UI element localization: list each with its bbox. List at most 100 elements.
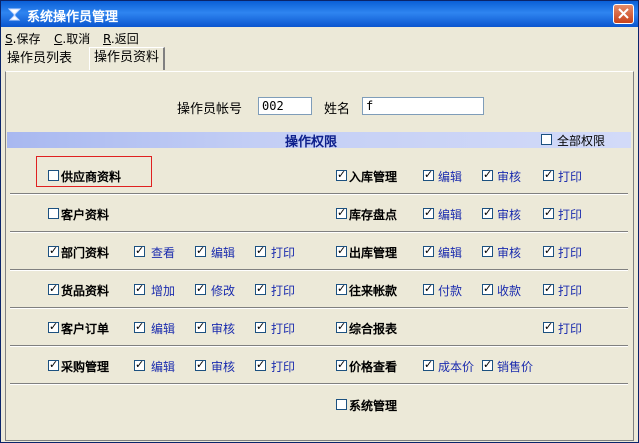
account-label: 操作员帐号 bbox=[177, 102, 243, 117]
tab-operator-info[interactable]: 操作员资料 bbox=[89, 47, 166, 70]
perm-order-edit-label: 编辑 bbox=[151, 322, 176, 336]
perm-goods-checkbox[interactable] bbox=[48, 282, 59, 295]
perm-price-label: 价格查看 bbox=[349, 360, 398, 374]
tab-strip: 操作员列表 操作员资料 bbox=[1, 47, 638, 71]
perm-price-sale-label: 销售价 bbox=[497, 360, 534, 374]
perm-purchase-edit-label: 编辑 bbox=[151, 360, 176, 374]
perm-outbound-edit-label: 编辑 bbox=[438, 246, 463, 260]
perm-outbound-print-checkbox[interactable] bbox=[543, 244, 554, 257]
perm-order-label: 客户订单 bbox=[61, 322, 110, 336]
name-input[interactable]: f bbox=[362, 97, 484, 115]
row-divider bbox=[10, 383, 628, 385]
perm-department-view-checkbox[interactable] bbox=[134, 244, 145, 257]
name-label: 姓名 bbox=[324, 102, 351, 117]
perm-order-print-checkbox[interactable] bbox=[255, 320, 266, 333]
perm-order-edit-checkbox[interactable] bbox=[134, 320, 145, 333]
perm-outbound-audit-label: 审核 bbox=[497, 246, 522, 260]
perm-report-checkbox[interactable] bbox=[336, 320, 347, 333]
main-window: 系统操作员管理 S.保存 C.取消 R.返回 操作员列表 操作员资料 操作员帐号… bbox=[0, 0, 639, 443]
perm-outbound-audit-checkbox[interactable] bbox=[482, 244, 493, 257]
perm-inbound-audit-checkbox[interactable] bbox=[482, 168, 493, 181]
perm-accounts-pay-label: 付款 bbox=[438, 284, 463, 298]
perm-price-checkbox[interactable] bbox=[336, 358, 347, 371]
permissions-title: 操作权限 bbox=[285, 135, 338, 150]
perm-purchase-edit-checkbox[interactable] bbox=[134, 358, 145, 371]
perm-inbound-print-checkbox[interactable] bbox=[543, 168, 554, 181]
perm-inbound-edit-checkbox[interactable] bbox=[423, 168, 434, 181]
row-divider bbox=[10, 231, 628, 233]
perm-system-label: 系统管理 bbox=[349, 399, 398, 413]
perm-stocktake-label: 库存盘点 bbox=[349, 208, 398, 222]
perm-purchase-audit-checkbox[interactable] bbox=[195, 358, 206, 371]
perm-report-print-label: 打印 bbox=[558, 322, 583, 336]
perm-price-cost-label: 成本价 bbox=[438, 360, 475, 374]
perm-goods-print-checkbox[interactable] bbox=[255, 282, 266, 295]
perm-accounts-checkbox[interactable] bbox=[336, 282, 347, 295]
perm-system-checkbox[interactable] bbox=[336, 399, 347, 410]
perm-purchase-checkbox[interactable] bbox=[48, 358, 59, 371]
perm-purchase-print-label: 打印 bbox=[271, 360, 296, 374]
perm-inbound-checkbox[interactable] bbox=[336, 168, 347, 181]
perm-inbound-print-label: 打印 bbox=[558, 170, 583, 184]
perm-department-print-checkbox[interactable] bbox=[255, 244, 266, 257]
perm-order-audit-label: 审核 bbox=[211, 322, 236, 336]
row-divider bbox=[10, 307, 628, 309]
perm-inbound-audit-label: 审核 bbox=[497, 170, 522, 184]
menu-back[interactable]: R.返回 bbox=[103, 30, 139, 47]
row-divider bbox=[10, 193, 628, 195]
perm-goods-add-checkbox[interactable] bbox=[134, 282, 145, 295]
perm-accounts-pay-checkbox[interactable] bbox=[423, 282, 434, 295]
perm-price-sale-checkbox[interactable] bbox=[482, 358, 493, 371]
perm-stocktake-checkbox[interactable] bbox=[336, 206, 347, 219]
title-bar[interactable]: 系统操作员管理 bbox=[1, 1, 638, 27]
perm-department-print-label: 打印 bbox=[271, 246, 296, 260]
perm-customer-checkbox[interactable] bbox=[48, 208, 59, 219]
perm-outbound-label: 出库管理 bbox=[349, 246, 398, 260]
perm-department-checkbox[interactable] bbox=[48, 244, 59, 257]
perm-department-edit-checkbox[interactable] bbox=[195, 244, 206, 257]
all-permissions-label: 全部权限 bbox=[557, 134, 606, 148]
perm-stocktake-audit-checkbox[interactable] bbox=[482, 206, 493, 219]
perm-customer-label: 客户资料 bbox=[61, 208, 110, 222]
perm-inbound-label: 入库管理 bbox=[349, 170, 398, 184]
perm-accounts-print-label: 打印 bbox=[558, 284, 583, 298]
perm-goods-modify-label: 修改 bbox=[211, 284, 236, 298]
close-icon bbox=[618, 8, 629, 19]
perm-purchase-label: 采购管理 bbox=[61, 360, 110, 374]
perm-supplier-checkbox[interactable] bbox=[48, 170, 59, 181]
menu-save[interactable]: S.保存 bbox=[5, 30, 40, 47]
menu-cancel[interactable]: C.取消 bbox=[54, 30, 90, 47]
perm-outbound-print-label: 打印 bbox=[558, 246, 583, 260]
perm-order-checkbox[interactable] bbox=[48, 320, 59, 333]
perm-goods-print-label: 打印 bbox=[271, 284, 296, 298]
perm-order-print-label: 打印 bbox=[271, 322, 296, 336]
perm-supplier-label: 供应商资料 bbox=[61, 170, 122, 184]
menu-back-label: .返回 bbox=[110, 32, 139, 46]
perm-accounts-receive-checkbox[interactable] bbox=[482, 282, 493, 295]
perm-goods-label: 货品资料 bbox=[61, 284, 110, 298]
close-button[interactable] bbox=[613, 4, 634, 24]
perm-price-cost-checkbox[interactable] bbox=[423, 358, 434, 371]
perm-department-view-label: 查看 bbox=[151, 246, 176, 260]
perm-department-label: 部门资料 bbox=[61, 246, 110, 260]
perm-goods-modify-checkbox[interactable] bbox=[195, 282, 206, 295]
perm-accounts-print-checkbox[interactable] bbox=[543, 282, 554, 295]
row-divider bbox=[10, 345, 628, 347]
window-title: 系统操作员管理 bbox=[27, 10, 119, 25]
account-input[interactable]: 002 bbox=[258, 97, 312, 115]
app-icon bbox=[7, 6, 23, 22]
tab-operator-list[interactable]: 操作员列表 bbox=[3, 49, 76, 69]
perm-outbound-edit-checkbox[interactable] bbox=[423, 244, 434, 257]
row-divider bbox=[10, 269, 628, 271]
perm-outbound-checkbox[interactable] bbox=[336, 244, 347, 257]
perm-report-print-checkbox[interactable] bbox=[543, 320, 554, 333]
menu-save-label: .保存 bbox=[12, 32, 41, 46]
perm-purchase-print-checkbox[interactable] bbox=[255, 358, 266, 371]
perm-goods-add-label: 增加 bbox=[151, 284, 176, 298]
perm-report-label: 综合报表 bbox=[349, 322, 398, 336]
perm-stocktake-edit-checkbox[interactable] bbox=[423, 206, 434, 219]
perm-stocktake-print-checkbox[interactable] bbox=[543, 206, 554, 219]
all-permissions-checkbox[interactable] bbox=[541, 134, 552, 145]
perm-stocktake-print-label: 打印 bbox=[558, 208, 583, 222]
perm-order-audit-checkbox[interactable] bbox=[195, 320, 206, 333]
